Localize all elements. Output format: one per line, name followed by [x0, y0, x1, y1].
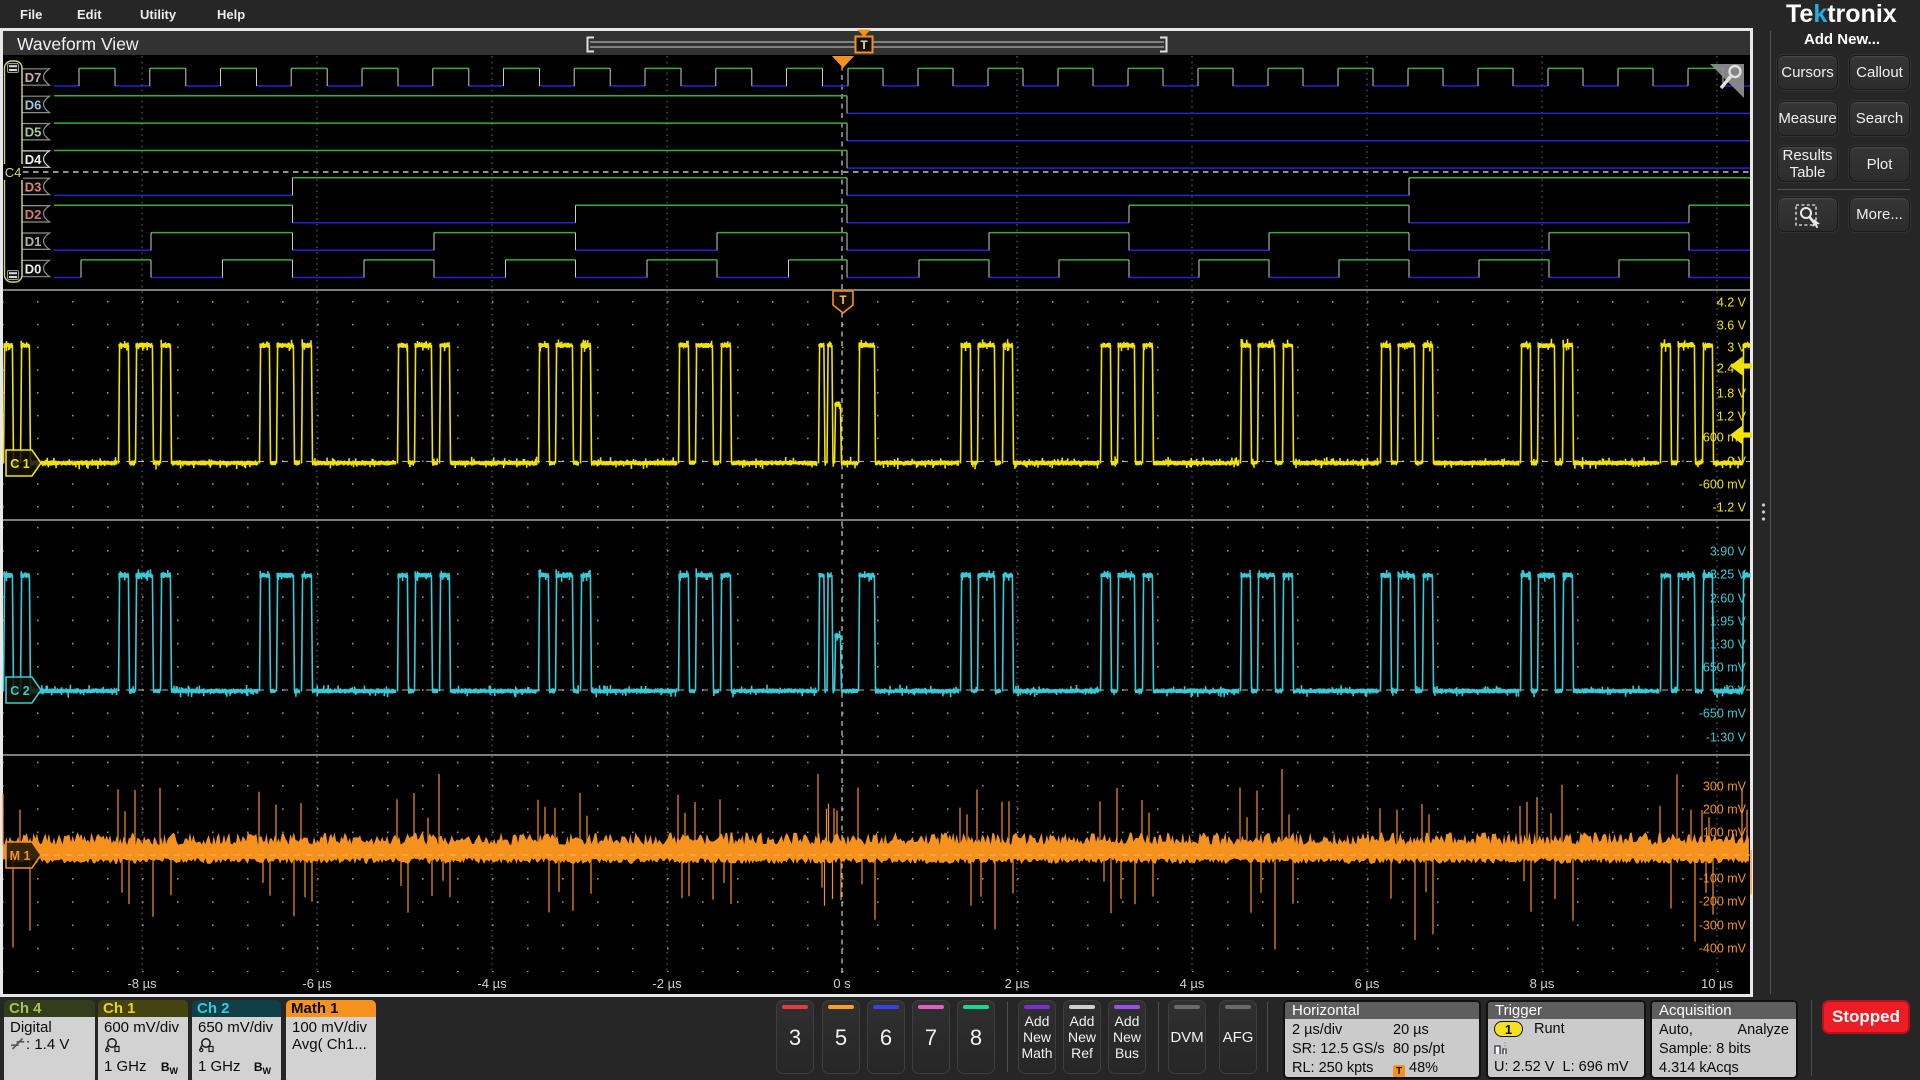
svg-text:1.2 V: 1.2 V: [1717, 410, 1747, 424]
svg-text:C 2: C 2: [10, 684, 30, 698]
svg-text:D7: D7: [25, 70, 42, 85]
svg-text:8 µs: 8 µs: [1530, 976, 1555, 991]
svg-text:-600 mV: -600 mV: [1699, 478, 1747, 492]
svg-text:-1.2 V: -1.2 V: [1713, 501, 1747, 515]
svg-text:3.90 V: 3.90 V: [1710, 545, 1747, 559]
svg-text:-4 µs: -4 µs: [477, 976, 507, 991]
svg-text:300 mV: 300 mV: [1703, 780, 1747, 794]
svg-text:6 µs: 6 µs: [1355, 976, 1380, 991]
svg-text:650 mV: 650 mV: [1703, 661, 1747, 675]
svg-text:3.6 V: 3.6 V: [1717, 319, 1747, 333]
svg-text:-200 mV: -200 mV: [1699, 895, 1747, 909]
svg-text:D4: D4: [25, 152, 42, 167]
svg-text:0 V: 0 V: [1727, 684, 1746, 698]
svg-text:-2 µs: -2 µs: [652, 976, 682, 991]
svg-text:-8 µs: -8 µs: [127, 976, 157, 991]
svg-text:M 1: M 1: [10, 849, 31, 863]
svg-text:0 V: 0 V: [1727, 849, 1746, 863]
svg-text:0 s: 0 s: [833, 976, 851, 991]
svg-text:10 µs: 10 µs: [1701, 976, 1734, 991]
svg-text:3 V: 3 V: [1727, 341, 1746, 355]
svg-text:100 mV: 100 mV: [1703, 826, 1747, 840]
svg-text:-1.30 V: -1.30 V: [1706, 731, 1747, 745]
svg-text:D1: D1: [25, 234, 42, 249]
svg-text:1.30 V: 1.30 V: [1710, 638, 1747, 652]
svg-text:-6 µs: -6 µs: [302, 976, 332, 991]
svg-text:T: T: [860, 38, 868, 52]
svg-text:-400 mV: -400 mV: [1699, 942, 1747, 956]
svg-text:4.2 V: 4.2 V: [1717, 296, 1747, 310]
svg-text:-100 mV: -100 mV: [1699, 872, 1747, 886]
svg-text:D0: D0: [25, 262, 42, 277]
svg-text:1.95 V: 1.95 V: [1710, 615, 1747, 629]
svg-text:-650 mV: -650 mV: [1699, 707, 1747, 721]
svg-text:1.8 V: 1.8 V: [1717, 387, 1747, 401]
svg-text:200 mV: 200 mV: [1703, 803, 1747, 817]
svg-text:C4: C4: [5, 165, 22, 180]
svg-text:-300 mV: -300 mV: [1699, 919, 1747, 933]
svg-text:3.25 V: 3.25 V: [1710, 568, 1747, 582]
svg-text:D5: D5: [25, 125, 42, 140]
svg-text:4 µs: 4 µs: [1180, 976, 1205, 991]
svg-text:D3: D3: [25, 179, 42, 194]
svg-text:T: T: [839, 295, 846, 307]
svg-text:D6: D6: [25, 97, 42, 112]
svg-text:D2: D2: [25, 207, 42, 222]
svg-text:2.60 V: 2.60 V: [1710, 592, 1747, 606]
svg-text:0 V: 0 V: [1727, 455, 1746, 469]
svg-text:C 1: C 1: [10, 457, 30, 471]
svg-text:2 µs: 2 µs: [1005, 976, 1030, 991]
